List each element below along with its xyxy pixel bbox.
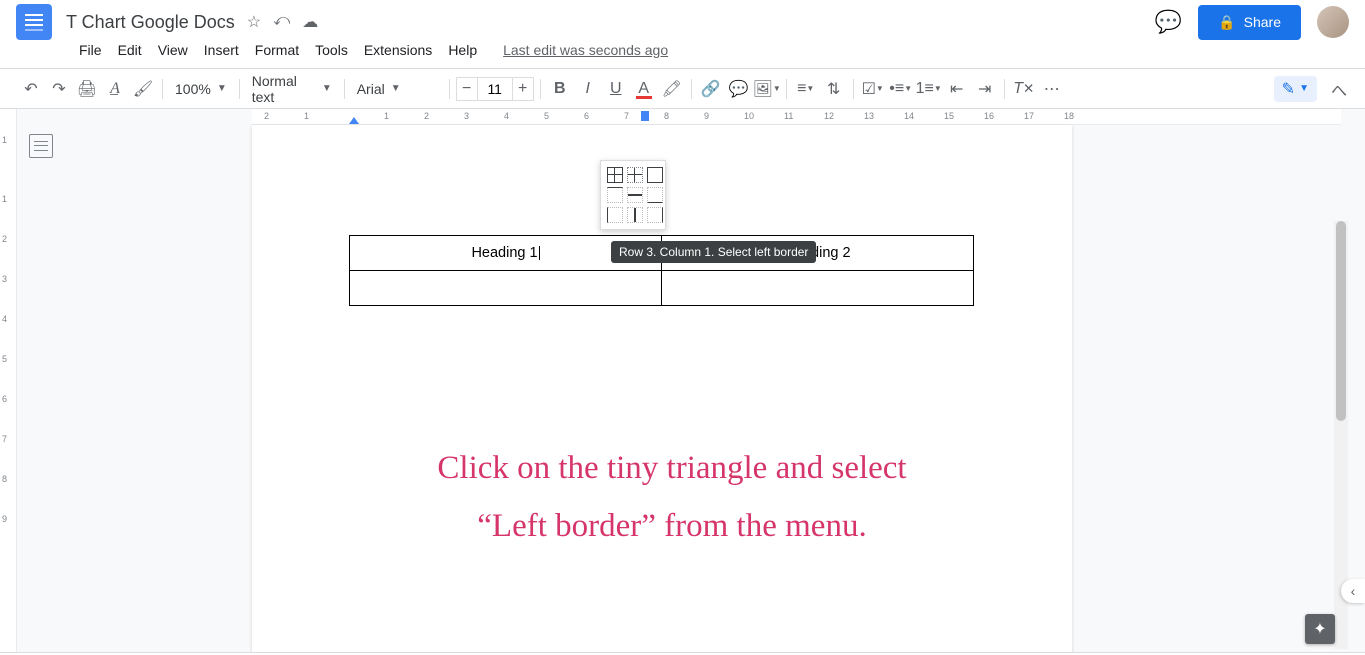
border-horizontal-icon[interactable]: [627, 187, 643, 203]
chevron-down-icon: ▼: [1299, 83, 1309, 94]
document-title[interactable]: T Chart Google Docs: [60, 10, 241, 35]
style-select[interactable]: Normal text▼: [246, 76, 338, 102]
table-cell[interactable]: [662, 271, 974, 306]
border-left-icon[interactable]: [607, 207, 623, 223]
redo-button[interactable]: ↷: [46, 76, 72, 102]
document-outline-button[interactable]: [29, 134, 53, 158]
numbered-list-button[interactable]: 1≡▼: [916, 76, 942, 102]
highlight-button[interactable]: 🖍: [659, 76, 685, 102]
menu-view[interactable]: View: [151, 38, 195, 62]
explore-button[interactable]: ✦: [1305, 614, 1335, 644]
table-cell[interactable]: [350, 271, 662, 306]
align-button[interactable]: ≡▼: [793, 76, 819, 102]
table-row[interactable]: [350, 271, 974, 306]
font-size-decrease[interactable]: −: [456, 77, 478, 101]
pencil-icon: ✎: [1282, 79, 1295, 99]
bulleted-list-button[interactable]: •≡▼: [888, 76, 914, 102]
toolbar: ↶ ↷ 🖨 A̲ 🖌 100%▼ Normal text▼ Arial▼ − +…: [0, 69, 1365, 109]
border-inner-icon[interactable]: [627, 167, 643, 183]
decrease-indent-button[interactable]: ⇤: [944, 76, 970, 102]
print-button[interactable]: 🖨: [74, 76, 100, 102]
menu-edit[interactable]: Edit: [111, 38, 149, 62]
increase-indent-button[interactable]: ⇥: [972, 76, 998, 102]
vertical-ruler: 1 1 2 3 4 5 6 7 8 9: [0, 109, 17, 652]
checklist-button[interactable]: ☑▼: [860, 76, 886, 102]
border-bottom-icon[interactable]: [647, 187, 663, 203]
border-right-icon[interactable]: [647, 207, 663, 223]
paint-format-button[interactable]: 🖌: [130, 76, 156, 102]
border-all-icon[interactable]: [607, 167, 623, 183]
comments-icon[interactable]: 💬: [1155, 9, 1182, 35]
italic-button[interactable]: I: [575, 76, 601, 102]
instruction-annotation: Click on the tiny triangle and select “L…: [332, 440, 1012, 556]
move-icon[interactable]: ⤺: [273, 12, 290, 32]
bold-button[interactable]: B: [547, 76, 573, 102]
menu-format[interactable]: Format: [248, 38, 306, 62]
insert-link-button[interactable]: 🔗: [698, 76, 724, 102]
more-tools-button[interactable]: ⋯: [1039, 76, 1065, 102]
text-color-button[interactable]: A: [631, 76, 657, 102]
border-outer-icon[interactable]: [647, 167, 663, 183]
insert-image-button[interactable]: 🖼▼: [754, 76, 780, 102]
undo-button[interactable]: ↶: [18, 76, 44, 102]
share-button[interactable]: 🔒 Share: [1198, 5, 1301, 40]
horizontal-ruler: 2 1 1 2 3 4 5 6 7 8 9 10 11 12 13 14 15 …: [252, 109, 1341, 125]
account-avatar[interactable]: [1317, 6, 1349, 38]
menu-tools[interactable]: Tools: [308, 38, 355, 62]
scrollbar-thumb[interactable]: [1336, 221, 1346, 421]
border-selection-popup: [600, 160, 666, 230]
document-page[interactable]: Row 3. Column 1. Select left border Head…: [252, 125, 1072, 652]
zoom-select[interactable]: 100%▼: [169, 76, 233, 102]
share-label: Share: [1244, 14, 1281, 30]
line-spacing-button[interactable]: ⇅: [821, 76, 847, 102]
font-size-input[interactable]: [478, 77, 512, 101]
font-size-increase[interactable]: +: [512, 77, 534, 101]
border-vertical-icon[interactable]: [627, 207, 643, 223]
docs-home-icon[interactable]: [16, 4, 52, 40]
side-panel-expand-button[interactable]: ‹: [1341, 579, 1365, 603]
border-top-icon[interactable]: [607, 187, 623, 203]
insert-comment-button[interactable]: 💬: [726, 76, 752, 102]
border-tooltip: Row 3. Column 1. Select left border: [611, 241, 816, 263]
clear-formatting-button[interactable]: T✕: [1011, 76, 1037, 102]
menu-extensions[interactable]: Extensions: [357, 38, 439, 62]
menu-file[interactable]: File: [72, 38, 109, 62]
menu-help[interactable]: Help: [441, 38, 484, 62]
last-edit-link[interactable]: Last edit was seconds ago: [496, 38, 675, 62]
lock-icon: 🔒: [1218, 14, 1235, 31]
spellcheck-button[interactable]: A̲: [102, 76, 128, 102]
star-icon[interactable]: ☆: [247, 12, 261, 32]
menu-insert[interactable]: Insert: [197, 38, 246, 62]
underline-button[interactable]: U: [603, 76, 629, 102]
font-select[interactable]: Arial▼: [351, 76, 443, 102]
editing-mode-button[interactable]: ✎ ▼: [1274, 76, 1317, 102]
collapse-toolbar-button[interactable]: へ: [1331, 77, 1347, 101]
menu-bar: File Edit View Insert Format Tools Exten…: [0, 36, 1365, 68]
cloud-status-icon[interactable]: ☁: [302, 12, 318, 32]
